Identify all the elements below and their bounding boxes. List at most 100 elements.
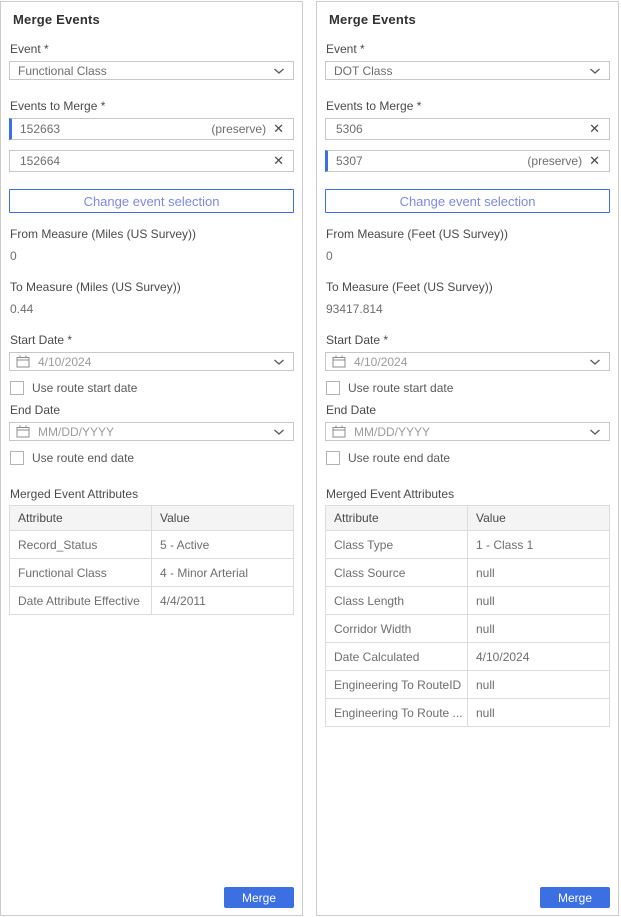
value-cell[interactable]: null	[468, 699, 610, 727]
use-route-start-date-checkbox[interactable]	[326, 381, 340, 395]
chevron-down-icon	[589, 358, 601, 366]
event-to-merge-item[interactable]: 5307 (preserve) ✕	[325, 150, 610, 172]
event-select-value: DOT Class	[334, 64, 589, 78]
preserve-tag: (preserve)	[527, 154, 582, 168]
page-title: Merge Events	[13, 12, 294, 27]
value-column-header: Value	[152, 506, 294, 531]
from-measure-value: 0	[10, 249, 294, 263]
attribute-cell: Date Calculated	[326, 643, 468, 671]
value-cell[interactable]: 5 - Active	[152, 531, 294, 559]
events-to-merge-label: Events to Merge *	[326, 99, 610, 113]
attribute-cell: Class Length	[326, 587, 468, 615]
events-to-merge-label: Events to Merge *	[10, 99, 294, 113]
end-date-label: End Date	[326, 403, 610, 417]
event-label: Event *	[326, 42, 610, 56]
chevron-down-icon	[273, 358, 285, 366]
attribute-column-header: Attribute	[326, 506, 468, 531]
table-row: Class Length null	[326, 587, 610, 615]
change-event-selection-button[interactable]: Change event selection	[325, 189, 610, 213]
close-icon[interactable]: ✕	[589, 123, 600, 136]
from-measure-label: From Measure (Miles (US Survey))	[10, 227, 294, 241]
value-cell[interactable]: null	[468, 615, 610, 643]
calendar-icon	[16, 355, 30, 368]
value-cell[interactable]: null	[468, 671, 610, 699]
use-route-end-date-label: Use route end date	[32, 451, 134, 465]
merged-event-attributes-label: Merged Event Attributes	[326, 487, 610, 501]
table-row: Engineering To Route ... null	[326, 699, 610, 727]
attribute-cell: Class Source	[326, 559, 468, 587]
table-row: Date Attribute Effective 4/4/2011	[10, 587, 294, 615]
value-cell[interactable]: null	[468, 559, 610, 587]
event-label: Event *	[10, 42, 294, 56]
table-row: Engineering To RouteID null	[326, 671, 610, 699]
merge-button[interactable]: Merge	[224, 887, 294, 908]
use-route-end-date-checkbox[interactable]	[326, 451, 340, 465]
event-to-merge-item[interactable]: 5306 ✕	[325, 118, 610, 140]
merge-events-panel-right: Merge Events Event * DOT Class Events to…	[316, 1, 619, 916]
event-id: 152664	[20, 154, 273, 168]
end-date-picker[interactable]: MM/DD/YYYY	[325, 422, 610, 441]
table-header-row: Attribute Value	[326, 506, 610, 531]
start-date-label: Start Date *	[326, 333, 610, 347]
calendar-icon	[332, 355, 346, 368]
page-title: Merge Events	[329, 12, 610, 27]
value-cell[interactable]: null	[468, 587, 610, 615]
value-cell[interactable]: 1 - Class 1	[468, 531, 610, 559]
attribute-column-header: Attribute	[10, 506, 152, 531]
attribute-cell: Corridor Width	[326, 615, 468, 643]
end-date-placeholder: MM/DD/YYYY	[354, 425, 581, 439]
end-date-placeholder: MM/DD/YYYY	[38, 425, 265, 439]
start-date-value: 4/10/2024	[354, 355, 581, 369]
event-select[interactable]: DOT Class	[325, 61, 610, 80]
use-route-end-date-checkbox[interactable]	[10, 451, 24, 465]
merge-events-panel-left: Merge Events Event * Functional Class Ev…	[0, 1, 303, 916]
chevron-down-icon	[589, 428, 601, 436]
chevron-down-icon	[589, 67, 601, 75]
merged-event-attributes-table: Attribute Value Class Type 1 - Class 1 C…	[325, 505, 610, 727]
attribute-cell: Record_Status	[10, 531, 152, 559]
attribute-cell: Engineering To Route ...	[326, 699, 468, 727]
event-id: 5306	[336, 122, 589, 136]
value-cell[interactable]: 4/4/2011	[152, 587, 294, 615]
start-date-picker[interactable]: 4/10/2024	[9, 352, 294, 371]
start-date-picker[interactable]: 4/10/2024	[325, 352, 610, 371]
close-icon[interactable]: ✕	[273, 123, 284, 136]
use-route-start-date-label: Use route start date	[348, 381, 453, 395]
attribute-cell: Class Type	[326, 531, 468, 559]
value-cell[interactable]: 4 - Minor Arterial	[152, 559, 294, 587]
attribute-cell: Engineering To RouteID	[326, 671, 468, 699]
from-measure-label: From Measure (Feet (US Survey))	[326, 227, 610, 241]
merged-event-attributes-table: Attribute Value Record_Status 5 - Active…	[9, 505, 294, 615]
to-measure-value: 0.44	[10, 302, 294, 316]
table-row: Date Calculated 4/10/2024	[326, 643, 610, 671]
table-row: Class Source null	[326, 559, 610, 587]
chevron-down-icon	[273, 67, 285, 75]
attribute-cell: Date Attribute Effective	[10, 587, 152, 615]
value-cell[interactable]: 4/10/2024	[468, 643, 610, 671]
attribute-cell: Functional Class	[10, 559, 152, 587]
end-date-label: End Date	[10, 403, 294, 417]
use-route-end-date-label: Use route end date	[348, 451, 450, 465]
event-select[interactable]: Functional Class	[9, 61, 294, 80]
table-row: Corridor Width null	[326, 615, 610, 643]
use-route-start-date-label: Use route start date	[32, 381, 137, 395]
merge-button[interactable]: Merge	[540, 887, 610, 908]
value-column-header: Value	[468, 506, 610, 531]
calendar-icon	[16, 425, 30, 438]
preserve-tag: (preserve)	[211, 122, 266, 136]
close-icon[interactable]: ✕	[273, 155, 284, 168]
merged-event-attributes-label: Merged Event Attributes	[10, 487, 294, 501]
event-to-merge-item[interactable]: 152663 (preserve) ✕	[9, 118, 294, 140]
close-icon[interactable]: ✕	[589, 155, 600, 168]
event-to-merge-item[interactable]: 152664 ✕	[9, 150, 294, 172]
end-date-picker[interactable]: MM/DD/YYYY	[9, 422, 294, 441]
change-event-selection-button[interactable]: Change event selection	[9, 189, 294, 213]
table-row: Class Type 1 - Class 1	[326, 531, 610, 559]
to-measure-label: To Measure (Miles (US Survey))	[10, 280, 294, 294]
use-route-start-date-checkbox[interactable]	[10, 381, 24, 395]
from-measure-value: 0	[326, 249, 610, 263]
to-measure-label: To Measure (Feet (US Survey))	[326, 280, 610, 294]
table-row: Record_Status 5 - Active	[10, 531, 294, 559]
start-date-label: Start Date *	[10, 333, 294, 347]
event-select-value: Functional Class	[18, 64, 273, 78]
